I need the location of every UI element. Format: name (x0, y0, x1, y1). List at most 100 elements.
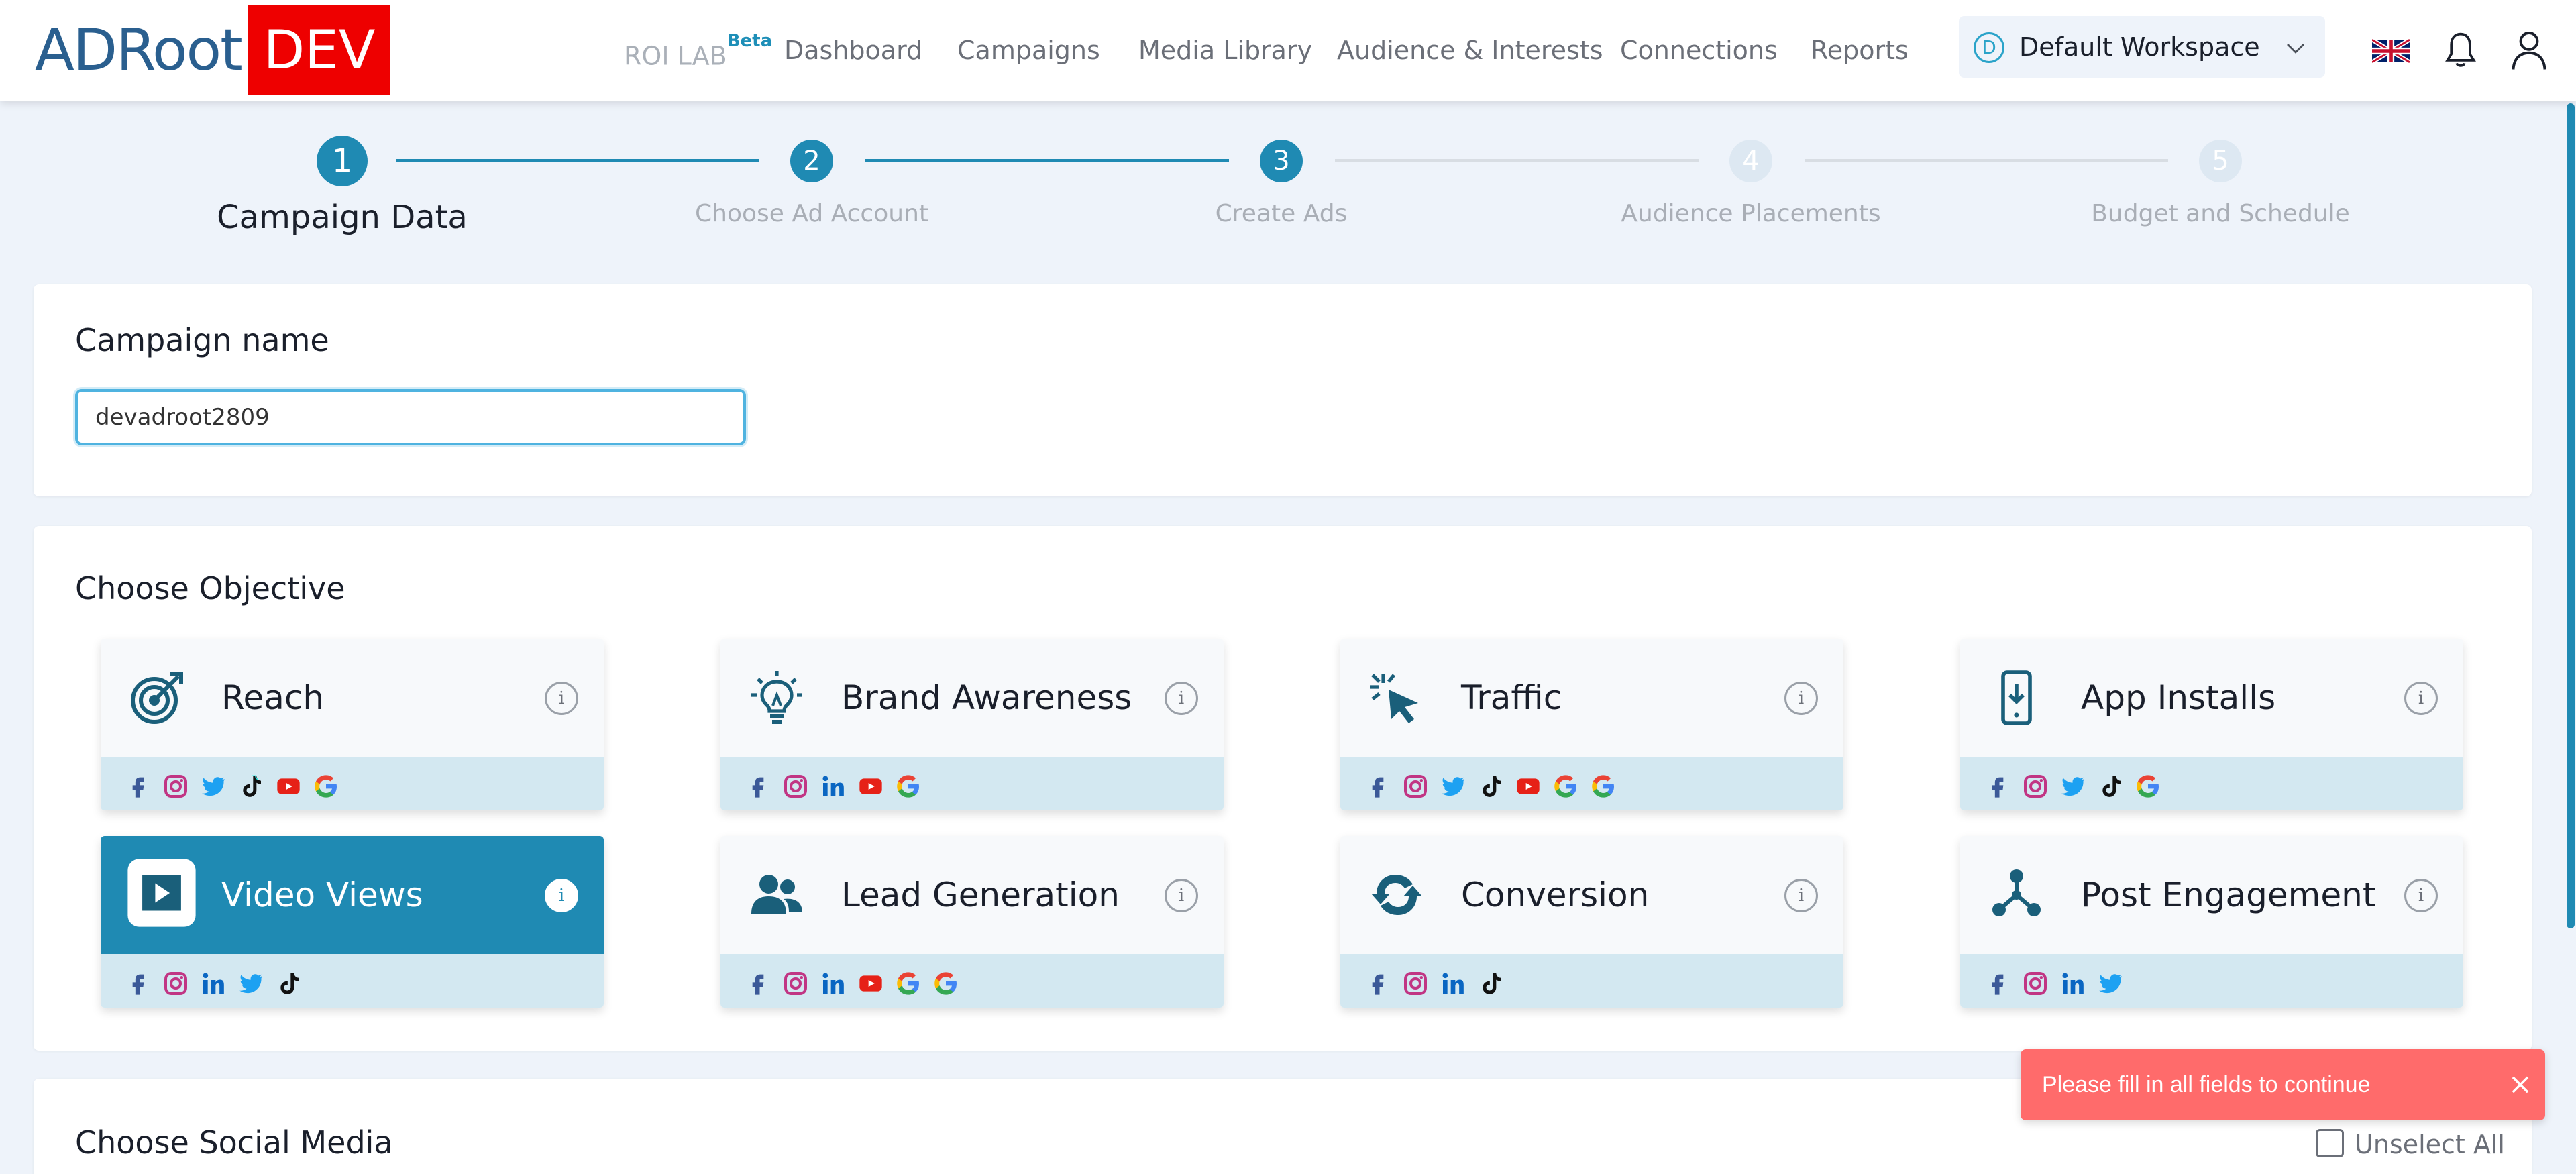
adroot-logo[interactable]: ADRoot (35, 20, 243, 81)
linkedin-icon (822, 973, 844, 994)
facebook-icon (132, 974, 144, 995)
unselect-all-label[interactable]: Unselect All (2355, 1128, 2505, 1161)
objective-label: Reach (221, 678, 325, 717)
objective-video-views[interactable]: Video Views i (101, 836, 604, 1008)
youtube-icon (1517, 778, 1540, 794)
instagram-icon (1404, 775, 1427, 798)
twitter-icon (239, 974, 262, 994)
scrollbar-thumb[interactable] (2567, 103, 2575, 928)
twitter-icon (2099, 974, 2122, 994)
step-2-circle[interactable]: 2 (790, 140, 833, 182)
google-icon (1592, 775, 1614, 798)
objective-tile-header: Post Engagement i (1960, 836, 2463, 954)
nav-roi-lab[interactable]: ROI LABBeta (624, 31, 773, 73)
nav-media-library[interactable]: Media Library (1138, 34, 1312, 67)
cursor-click-icon (1370, 674, 1418, 723)
step-4-label: Audience Placements (1621, 200, 1881, 227)
beta-badge: Beta (727, 31, 773, 51)
objective-conversion[interactable]: Conversion i (1340, 836, 1843, 1008)
step-4-circle[interactable]: 4 (1729, 140, 1772, 182)
users-icon (751, 875, 802, 914)
info-icon[interactable]: i (545, 879, 578, 912)
step-connector (865, 159, 1229, 162)
workspace-label: Default Workspace (2019, 32, 2260, 62)
nav-roi-lab-label: ROI LAB (624, 41, 727, 71)
google-icon (897, 775, 919, 798)
facebook-icon (1372, 777, 1384, 798)
step-3-circle[interactable]: 3 (1260, 140, 1303, 182)
google-icon (897, 972, 919, 995)
tiktok-icon (1483, 776, 1501, 797)
objective-title: Choose Objective (75, 570, 345, 606)
nav-audience-interests[interactable]: Audience & Interests (1337, 34, 1603, 67)
objective-brand-awareness[interactable]: Brand Awareness i (720, 639, 1224, 810)
twitter-icon (202, 777, 225, 796)
instagram-icon (164, 972, 187, 995)
nav-campaigns[interactable]: Campaigns (957, 34, 1100, 67)
bell-icon[interactable] (2442, 31, 2479, 71)
info-icon[interactable]: i (2404, 879, 2438, 912)
youtube-icon (859, 778, 882, 794)
close-icon[interactable] (2508, 1072, 2533, 1098)
facebook-icon (752, 777, 764, 798)
objective-lead-generation[interactable]: Lead Generation i (720, 836, 1224, 1008)
step-1-label: Campaign Data (217, 199, 468, 236)
info-icon[interactable]: i (1165, 879, 1198, 912)
workspace-avatar: D (1974, 32, 2004, 63)
objective-tile-header: Reach i (101, 639, 604, 757)
facebook-icon (1992, 974, 2004, 995)
info-icon[interactable]: i (2404, 682, 2438, 715)
phone-download-icon (2001, 670, 2032, 725)
top-navigation-bar: ADRoot DEV ROI LABBeta Dashboard Campaig… (0, 0, 2576, 101)
uk-flag-icon[interactable] (2372, 39, 2410, 63)
objective-post-engagement[interactable]: Post Engagement i (1960, 836, 2463, 1008)
facebook-icon (132, 777, 144, 798)
youtube-icon (277, 778, 300, 794)
nav-reports[interactable]: Reports (1811, 34, 1909, 67)
step-5-circle[interactable]: 5 (2199, 140, 2242, 182)
instagram-icon (2024, 775, 2047, 798)
nav-dashboard[interactable]: Dashboard (784, 34, 922, 67)
workspace-selector[interactable]: D Default Workspace (1959, 16, 2325, 78)
objective-tile-header: Brand Awareness i (720, 639, 1224, 757)
objective-label: Brand Awareness (841, 678, 1132, 717)
instagram-icon (1404, 972, 1427, 995)
objective-traffic[interactable]: Traffic i (1340, 639, 1843, 810)
objective-tile-header: Video Views i (101, 836, 604, 954)
tiktok-icon (243, 775, 261, 797)
tiktok-icon (280, 973, 299, 994)
network-icon (1992, 869, 2041, 916)
sync-icon (1371, 875, 1422, 915)
info-icon[interactable]: i (1784, 682, 1818, 715)
step-5-label: Budget and Schedule (2091, 200, 2350, 227)
facebook-icon (1372, 974, 1384, 995)
unselect-all-checkbox[interactable] (2316, 1129, 2344, 1157)
instagram-icon (784, 775, 807, 798)
step-3-label: Create Ads (1215, 200, 1348, 227)
objective-label: Conversion (1461, 875, 1650, 914)
lightbulb-icon (751, 671, 802, 724)
info-icon[interactable]: i (1784, 879, 1818, 912)
step-1-circle[interactable]: 1 (317, 136, 368, 186)
objective-reach[interactable]: Reach i (101, 639, 604, 810)
campaign-name-input[interactable] (75, 389, 746, 445)
twitter-icon (2061, 777, 2084, 796)
objective-tile-header: Lead Generation i (720, 836, 1224, 954)
objective-app-installs[interactable]: App Installs i (1960, 639, 2463, 810)
info-icon[interactable]: i (545, 682, 578, 715)
nav-connections[interactable]: Connections (1620, 34, 1778, 67)
user-icon[interactable] (2509, 30, 2549, 71)
google-icon (315, 775, 337, 798)
toast-message: Please fill in all fields to continue (2042, 1072, 2371, 1098)
facebook-icon (1992, 777, 2004, 798)
error-toast: Please fill in all fields to continue (2021, 1049, 2545, 1120)
instagram-icon (784, 972, 807, 995)
objective-label: Video Views (221, 875, 423, 914)
google-icon (1554, 775, 1576, 798)
info-icon[interactable]: i (1165, 682, 1198, 715)
twitter-icon (1442, 777, 1464, 796)
chevron-down-icon (2287, 44, 2304, 54)
objective-label: Lead Generation (841, 875, 1120, 914)
objective-label: App Installs (2081, 678, 2276, 717)
youtube-icon (859, 975, 882, 992)
